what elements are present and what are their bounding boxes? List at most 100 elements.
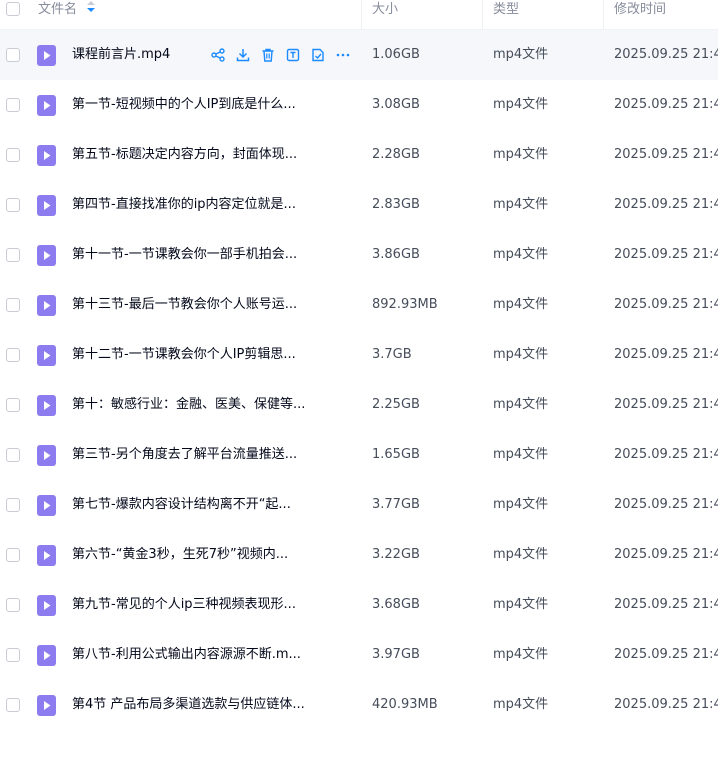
- file-size: 3.68GB: [372, 597, 420, 612]
- file-name[interactable]: 第六节-“黄金3秒，生死7秒”视频内...: [72, 530, 288, 580]
- file-modified: 2025.09.25 21:46: [614, 197, 718, 212]
- file-type: mp4文件: [493, 447, 549, 462]
- file-name[interactable]: 第十三节-最后一节教会你个人账号运...: [72, 280, 297, 330]
- file-type: mp4文件: [493, 347, 549, 362]
- file-modified: 2025.09.25 21:46: [614, 347, 718, 362]
- file-row[interactable]: 第十二节-一节课教会你个人IP剪辑思... 3.7GB mp4文件 2025.09.2…: [0, 330, 718, 380]
- file-modified: 2025.09.25 21:46: [614, 247, 718, 262]
- file-row[interactable]: 第四节-直接找准你的ip内容定位就是... 2.83GB mp4文件 2025.09.…: [0, 180, 718, 230]
- file-size: 3.22GB: [372, 547, 420, 562]
- file-size: 2.25GB: [372, 397, 420, 412]
- file-row[interactable]: 第一节-短视频中的个人IP到底是什么... 3.08GB mp4文件 2025.09.…: [0, 80, 718, 130]
- row-checkbox[interactable]: [6, 148, 20, 162]
- video-file-icon: [37, 95, 56, 116]
- file-row[interactable]: 第八节-利用公式输出内容源源不断.m... 3.97GB mp4文件 2025.09.…: [0, 630, 718, 680]
- video-file-icon: [37, 495, 56, 516]
- file-modified: 2025.09.25 21:46: [614, 47, 718, 62]
- file-type: mp4文件: [493, 147, 549, 162]
- file-size: 3.86GB: [372, 247, 420, 262]
- file-list: 文件名 大小 类型 修改时间 课程前言片.mp4 1.06GB mp4文件 2025.…: [0, 0, 718, 730]
- file-name[interactable]: 第七节-爆款内容设计结构离不开“起...: [72, 480, 291, 530]
- file-row[interactable]: 第九节-常见的个人ip三种视频表现形... 3.68GB mp4文件 2025.09.…: [0, 580, 718, 630]
- row-checkbox[interactable]: [6, 98, 20, 112]
- file-row[interactable]: 第十三节-最后一节教会你个人账号运... 892.93MB mp4文件 2025.09…: [0, 280, 718, 330]
- video-file-icon: [37, 395, 56, 416]
- download-icon[interactable]: [235, 47, 251, 63]
- file-modified: 2025.09.25 21:46: [614, 647, 718, 662]
- file-name[interactable]: 第十二节-一节课教会你个人IP剪辑思...: [72, 330, 296, 380]
- row-checkbox[interactable]: [6, 648, 20, 662]
- column-name-label: 文件名: [38, 2, 78, 17]
- row-checkbox[interactable]: [6, 398, 20, 412]
- file-modified: 2025.09.25 21:46: [614, 147, 718, 162]
- file-row[interactable]: 第十：敏感行业：金融、医美、保健等... 2.25GB mp4文件 2025.09.2…: [0, 380, 718, 430]
- video-file-icon: [37, 545, 56, 566]
- file-modified: 2025.09.25 21:46: [614, 697, 718, 712]
- file-name[interactable]: 第八节-利用公式输出内容源源不断.m...: [72, 630, 301, 680]
- file-type: mp4文件: [493, 247, 549, 262]
- row-checkbox[interactable]: [6, 598, 20, 612]
- file-list-header: 文件名 大小 类型 修改时间: [0, 0, 718, 30]
- share-icon[interactable]: [210, 47, 226, 63]
- column-size-header[interactable]: 大小: [372, 0, 398, 30]
- file-size: 2.83GB: [372, 197, 420, 212]
- video-file-icon: [37, 295, 56, 316]
- video-file-icon: [37, 145, 56, 166]
- video-file-icon: [37, 445, 56, 466]
- save-to-icon[interactable]: [310, 47, 326, 63]
- file-type: mp4文件: [493, 397, 549, 412]
- file-row[interactable]: 第五节-标题决定内容方向，封面体现... 2.28GB mp4文件 2025.09.2…: [0, 130, 718, 180]
- file-size: 3.08GB: [372, 97, 420, 112]
- row-checkbox[interactable]: [6, 198, 20, 212]
- more-icon[interactable]: [335, 47, 351, 63]
- file-name[interactable]: 第十一节-一节课教会你一部手机拍会...: [72, 230, 297, 280]
- file-name[interactable]: 第一节-短视频中的个人IP到底是什么...: [72, 80, 296, 130]
- file-row[interactable]: 第4节 产品布局多渠道选款与供应链体... 420.93MB mp4文件 2025.0…: [0, 680, 718, 730]
- file-name[interactable]: 第4节 产品布局多渠道选款与供应链体...: [72, 680, 305, 730]
- column-modified-header[interactable]: 修改时间: [614, 0, 666, 30]
- row-checkbox[interactable]: [6, 548, 20, 562]
- file-row[interactable]: 第三节-另个角度去了解平台流量推送... 1.65GB mp4文件 2025.09.2…: [0, 430, 718, 480]
- select-all-checkbox[interactable]: [6, 2, 20, 16]
- video-file-icon: [37, 695, 56, 716]
- file-size: 420.93MB: [372, 697, 438, 712]
- row-checkbox[interactable]: [6, 498, 20, 512]
- file-row[interactable]: 课程前言片.mp4 1.06GB mp4文件 2025.09.25 21:46: [0, 30, 718, 80]
- column-divider[interactable]: [361, 0, 362, 30]
- column-name-header[interactable]: 文件名: [38, 0, 96, 30]
- row-checkbox[interactable]: [6, 48, 20, 62]
- file-modified: 2025.09.25 21:46: [614, 497, 718, 512]
- row-checkbox[interactable]: [6, 298, 20, 312]
- row-checkbox[interactable]: [6, 698, 20, 712]
- column-type-header[interactable]: 类型: [493, 0, 519, 30]
- video-file-icon: [37, 195, 56, 216]
- file-name[interactable]: 第十：敏感行业：金融、医美、保健等...: [72, 380, 305, 430]
- sort-icon[interactable]: [87, 1, 96, 12]
- file-row[interactable]: 第七节-爆款内容设计结构离不开“起... 3.77GB mp4文件 2025.09.2…: [0, 480, 718, 530]
- row-checkbox[interactable]: [6, 448, 20, 462]
- column-divider[interactable]: [603, 0, 604, 30]
- file-row[interactable]: 第十一节-一节课教会你一部手机拍会... 3.86GB mp4文件 2025.09.2…: [0, 230, 718, 280]
- file-row[interactable]: 第六节-“黄金3秒，生死7秒”视频内... 3.22GB mp4文件 2025.09.…: [0, 530, 718, 580]
- row-checkbox[interactable]: [6, 348, 20, 362]
- video-file-icon: [37, 595, 56, 616]
- file-type: mp4文件: [493, 497, 549, 512]
- rename-icon[interactable]: [285, 47, 301, 63]
- file-name[interactable]: 第四节-直接找准你的ip内容定位就是...: [72, 180, 296, 230]
- file-type: mp4文件: [493, 547, 549, 562]
- file-modified: 2025.09.25 21:46: [614, 297, 718, 312]
- file-modified: 2025.09.25 21:46: [614, 597, 718, 612]
- file-type: mp4文件: [493, 297, 549, 312]
- column-divider[interactable]: [482, 0, 483, 30]
- file-name[interactable]: 第九节-常见的个人ip三种视频表现形...: [72, 580, 296, 630]
- row-checkbox[interactable]: [6, 248, 20, 262]
- file-name[interactable]: 第五节-标题决定内容方向，封面体现...: [72, 130, 297, 180]
- file-size: 1.65GB: [372, 447, 420, 462]
- file-name[interactable]: 第三节-另个角度去了解平台流量推送...: [72, 430, 297, 480]
- file-name[interactable]: 课程前言片.mp4: [72, 30, 170, 80]
- file-size: 1.06GB: [372, 47, 420, 62]
- delete-icon[interactable]: [260, 47, 276, 63]
- video-file-icon: [37, 245, 56, 266]
- file-size: 2.28GB: [372, 147, 420, 162]
- video-file-icon: [37, 45, 56, 66]
